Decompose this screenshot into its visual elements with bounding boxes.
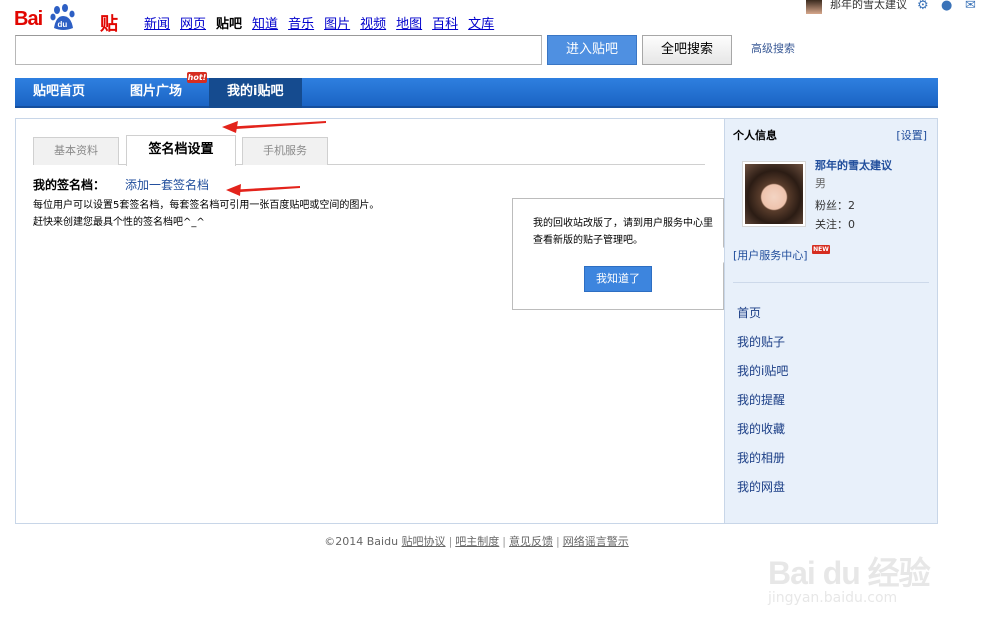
- product-nav-item[interactable]: 百科: [432, 13, 458, 32]
- add-signature-link[interactable]: 添加一套签名档: [125, 176, 209, 193]
- mini-avatar[interactable]: [806, 0, 822, 14]
- hot-badge: hot!: [187, 72, 207, 83]
- fans-count[interactable]: 粉丝：2: [815, 197, 855, 213]
- profile-gender: 男: [815, 177, 826, 190]
- annotation-arrow-2-icon: [226, 184, 300, 196]
- product-nav-item[interactable]: 地图: [396, 13, 422, 32]
- main-panel: 基本资料 签名档设置 手机服务 我的签名档： 添加一套签名档 每位用户可以设置5…: [15, 118, 938, 524]
- profile-name[interactable]: 那年的雪太建议: [815, 157, 892, 173]
- popup-text: 我的回收站改版了，请到用户服务中心里查看新版的贴子管理吧。: [533, 218, 713, 246]
- follow-count[interactable]: 关注：0: [815, 216, 855, 232]
- product-nav-item[interactable]: 贴吧: [216, 13, 242, 32]
- product-nav-item[interactable]: 图片: [324, 13, 350, 32]
- signature-label: 我的签名档：: [33, 178, 106, 192]
- footer-link-rumor-warning[interactable]: 网络谣言警示: [563, 535, 629, 548]
- signature-description-line2: 赶快来创建您最具个性的签名档吧^_^: [33, 217, 205, 228]
- footer-link-moderator-rules[interactable]: 吧主制度: [455, 535, 499, 548]
- product-nav-item[interactable]: 网页: [180, 13, 206, 32]
- product-nav-item[interactable]: 文库: [468, 13, 494, 32]
- product-nav-item[interactable]: 新闻: [144, 13, 170, 32]
- user-service-center-link[interactable]: [用户服务中心]: [733, 247, 808, 263]
- sidebar-link[interactable]: 我的贴子: [737, 334, 788, 363]
- gear-icon[interactable]: ⚙: [917, 0, 931, 14]
- enter-tieba-button[interactable]: 进入贴吧: [547, 35, 637, 65]
- sidebar-link[interactable]: 我的网盘: [737, 479, 788, 508]
- signature-description: 每位用户可以设置5套签名档，每套签名档可引用一张百度贴吧或空间的图片。 赶快来创…: [33, 197, 513, 231]
- sidebar-link[interactable]: 我的相册: [737, 450, 788, 479]
- sidebar-link[interactable]: 首页: [737, 305, 788, 334]
- tab-basic-info[interactable]: 基本资料: [33, 137, 119, 165]
- sidebar-link[interactable]: 我的i贴吧: [737, 363, 788, 392]
- settings-link[interactable]: [设置]: [896, 127, 927, 143]
- recycle-bin-notice-popup: 我的回收站改版了，请到用户服务中心里查看新版的贴子管理吧。 我知道了: [512, 198, 733, 310]
- nav-tieba-home[interactable]: 贴吧首页: [15, 78, 103, 108]
- all-search-button[interactable]: 全吧搜索: [642, 35, 732, 65]
- baidu-jingyan-watermark: Bai du 经验 jingyan.baidu.com: [764, 524, 954, 614]
- watermark-text: Bai du 经验: [768, 555, 931, 591]
- advanced-search-link[interactable]: 高级搜索: [751, 40, 795, 56]
- product-nav: 新闻 网页 贴吧 知道 音乐 图片 视频 地图 百科 文库: [144, 13, 504, 32]
- user-bar: 那年的雪太建议 ⚙ ● ✉: [806, 0, 979, 14]
- svg-text:du: du: [58, 20, 68, 29]
- mail-icon[interactable]: ✉: [965, 0, 979, 14]
- sidebar-link[interactable]: 我的收藏: [737, 421, 788, 450]
- tab-mobile-service[interactable]: 手机服务: [242, 137, 328, 165]
- sidebar-links: 首页 我的贴子 我的i贴吧 我的提醒 我的收藏 我的相册 我的网盘: [737, 305, 788, 508]
- user-icon[interactable]: ●: [941, 0, 955, 14]
- sidebar-divider: [733, 282, 929, 283]
- new-badge: NEW: [812, 245, 830, 254]
- sidebar-link[interactable]: 我的提醒: [737, 392, 788, 421]
- username-link[interactable]: 那年的雪太建议: [830, 0, 907, 12]
- settings-tabs: 基本资料 签名档设置 手机服务: [33, 135, 705, 166]
- avatar[interactable]: [742, 161, 806, 227]
- baidu-tieba-logo[interactable]: Bai du 贴吧: [14, 4, 130, 61]
- got-it-button[interactable]: 我知道了: [584, 266, 652, 292]
- tab-signature-settings[interactable]: 签名档设置: [126, 135, 236, 166]
- footer-link-agreement[interactable]: 贴吧协议: [402, 535, 446, 548]
- watermark-url: jingyan.baidu.com: [768, 590, 898, 606]
- copyright-text: ©2014 Baidu: [324, 535, 399, 548]
- footer-link-feedback[interactable]: 意见反馈: [509, 535, 553, 548]
- logo-text-bai: Bai: [14, 8, 43, 30]
- paw-logo-icon: du: [50, 4, 75, 30]
- product-nav-item[interactable]: 音乐: [288, 13, 314, 32]
- product-nav-item[interactable]: 知道: [252, 13, 278, 32]
- search-input[interactable]: [15, 35, 542, 65]
- product-nav-item[interactable]: 视频: [360, 13, 386, 32]
- signature-description-line1: 每位用户可以设置5套签名档，每套签名档可引用一张百度贴吧或空间的图片。: [33, 200, 380, 211]
- annotation-arrow-1-icon: [222, 121, 326, 133]
- personal-info-sidebar: 个人信息 [设置] 那年的雪太建议 男 粉丝：2 关注：0 [用户服务中心] N…: [724, 119, 937, 523]
- nav-my-tieba[interactable]: 我的i贴吧: [209, 78, 302, 108]
- personal-info-title: 个人信息: [733, 129, 777, 142]
- main-navbar: 贴吧首页 图片广场 我的i贴吧: [15, 78, 938, 108]
